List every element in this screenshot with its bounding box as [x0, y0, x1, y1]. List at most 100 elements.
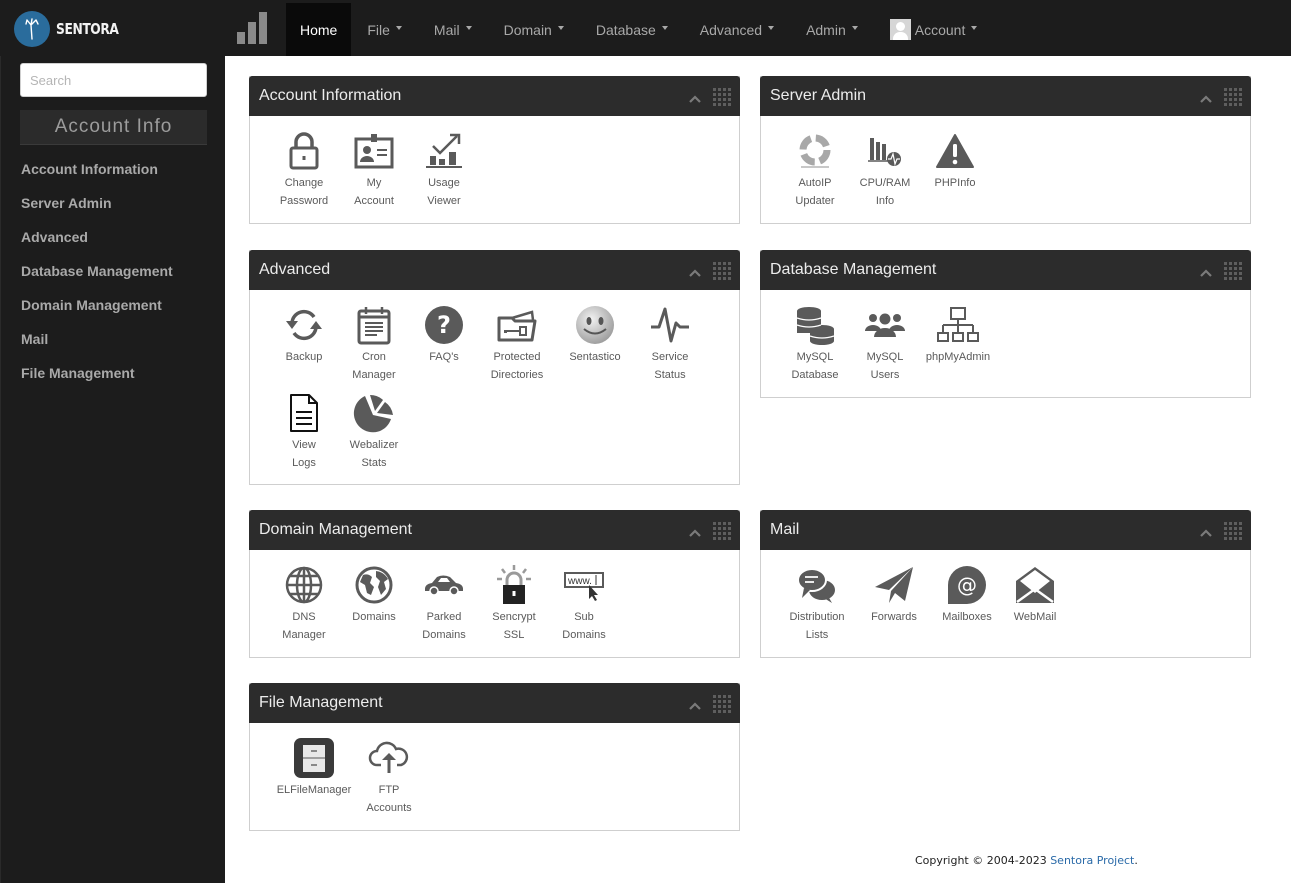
tile-dns-manager[interactable]: DNS Manager — [269, 564, 339, 652]
search-input[interactable] — [20, 63, 207, 97]
tile-label: Sentastico — [569, 351, 621, 363]
drag-grip-icon[interactable] — [1224, 261, 1242, 280]
tile-distribution-lists[interactable]: Distribution Lists — [780, 564, 854, 652]
nav-home[interactable]: Home — [286, 3, 352, 56]
panel-advanced: Advanced Backup Cron Manager ? FAQ's Pro… — [249, 250, 740, 485]
drag-grip-icon[interactable] — [713, 521, 731, 540]
sidebar-item-database-management[interactable]: Database Management — [21, 263, 173, 297]
drag-grip-icon[interactable] — [713, 87, 731, 106]
tile-webmail[interactable]: WebMail — [1000, 564, 1070, 652]
tile-parked-domains[interactable]: Parked Domains — [409, 564, 479, 652]
collapse-chevron-icon[interactable] — [1200, 267, 1212, 279]
collapse-chevron-icon[interactable] — [689, 527, 701, 539]
panel-database-management: Database Management MySQL Database MySQL… — [760, 250, 1251, 398]
nav-advanced[interactable]: Advanced — [684, 3, 790, 56]
tile-view-logs[interactable]: View Logs — [269, 392, 339, 480]
refresh-arrows-icon — [794, 130, 836, 172]
tile-sub-domains[interactable]: www. Sub Domains — [549, 564, 619, 652]
tile-label: FTP Accounts — [366, 784, 412, 814]
collapse-chevron-icon[interactable] — [689, 700, 701, 712]
nav-account[interactable]: Account — [874, 3, 994, 56]
tile-cpu-ram-info[interactable]: CPU/RAM Info — [850, 130, 920, 218]
sidebar-item-advanced[interactable]: Advanced — [21, 229, 173, 263]
tile-service-status[interactable]: Service Status — [635, 304, 705, 392]
tile-label: PHPInfo — [934, 177, 976, 189]
collapse-chevron-icon[interactable] — [689, 267, 701, 279]
tile-label: MySQL Database — [791, 351, 839, 381]
sidebar-item-account-information[interactable]: Account Information — [21, 161, 173, 195]
collapse-chevron-icon[interactable] — [1200, 527, 1212, 539]
collapse-chevron-icon[interactable] — [1200, 93, 1212, 105]
nav-admin[interactable]: Admin — [790, 3, 874, 56]
panel-title: File Management — [259, 694, 383, 711]
nav-file[interactable]: File — [351, 3, 418, 56]
sidebar-menu: Account Information Server Admin Advance… — [21, 161, 173, 399]
nav-database[interactable]: Database — [580, 3, 684, 56]
caret-down-icon — [465, 25, 472, 30]
sentora-project-link[interactable]: Sentora Project — [1050, 854, 1134, 867]
sidebar-section-title: Account Info — [20, 110, 207, 145]
tile-change-password[interactable]: Change Password — [269, 130, 339, 218]
tile-label: Cron Manager — [352, 351, 396, 381]
panel-body: Backup Cron Manager ? FAQ's Protected Di… — [250, 290, 710, 480]
www-cursor-icon: www. — [563, 564, 605, 606]
panel-title: Advanced — [259, 261, 331, 278]
tile-backup[interactable]: Backup — [269, 304, 339, 392]
tile-sencrypt-ssl[interactable]: Sencrypt SSL — [479, 564, 549, 652]
nav-account-label: Account — [914, 21, 966, 38]
nav-domain-label: Domain — [503, 21, 552, 38]
tile-my-account[interactable]: My Account — [339, 130, 409, 218]
tile-domains[interactable]: Domains — [339, 564, 409, 652]
nav-mail[interactable]: Mail — [418, 3, 488, 56]
caret-down-icon — [971, 25, 978, 30]
tile-label: Mailboxes — [942, 611, 992, 623]
usage-chart-icon — [423, 130, 465, 172]
tile-label: Service Status — [651, 351, 689, 381]
tile-label: My Account — [354, 177, 394, 207]
at-sign-icon: @ — [946, 564, 988, 606]
tile-mysql-database[interactable]: MySQL Database — [780, 304, 850, 392]
tile-cron-manager[interactable]: Cron Manager — [339, 304, 409, 392]
drag-grip-icon[interactable] — [713, 694, 731, 713]
tile-phpinfo[interactable]: PHPInfo — [920, 130, 990, 218]
tile-usage-viewer[interactable]: Usage Viewer — [409, 130, 479, 218]
tile-autoip-updater[interactable]: AutoIP Updater — [780, 130, 850, 218]
paper-plane-icon — [873, 564, 915, 606]
app: SENTORA Home File Mail Domain Database A… — [0, 0, 1291, 883]
tile-mailboxes[interactable]: @ Mailboxes — [934, 564, 1000, 652]
svg-text:www.: www. — [567, 576, 592, 587]
pulse-icon — [649, 304, 691, 346]
tile-label: Webalizer Stats — [349, 439, 399, 469]
drag-grip-icon[interactable] — [1224, 87, 1242, 106]
drag-grip-icon[interactable] — [713, 261, 731, 280]
panel-header: Mail — [760, 510, 1251, 550]
tile-forwards[interactable]: Forwards — [854, 564, 934, 652]
svg-text:@: @ — [957, 573, 977, 597]
tile-label: Backup — [285, 351, 323, 363]
drag-grip-icon[interactable] — [1224, 521, 1242, 540]
caret-down-icon — [768, 25, 775, 30]
tile-label: Distribution Lists — [789, 611, 845, 641]
tile-protected-directories[interactable]: Protected Directories — [479, 304, 555, 392]
sidebar-item-mail[interactable]: Mail — [21, 331, 173, 365]
sidebar-item-server-admin[interactable]: Server Admin — [21, 195, 173, 229]
tile-mysql-users[interactable]: MySQL Users — [850, 304, 920, 392]
tile-webalizer-stats[interactable]: Webalizer Stats — [339, 392, 409, 480]
tile-ftp-accounts[interactable]: FTP Accounts — [354, 737, 424, 825]
sidebar-item-domain-management[interactable]: Domain Management — [21, 297, 173, 331]
tile-phpmyadmin[interactable]: phpMyAdmin — [920, 304, 996, 392]
tile-sentastico[interactable]: Sentastico — [555, 304, 635, 392]
tile-faqs[interactable]: ? FAQ's — [409, 304, 479, 392]
sidebar-item-file-management[interactable]: File Management — [21, 365, 173, 399]
warning-icon — [934, 130, 976, 172]
panel-header: Server Admin — [760, 76, 1251, 116]
collapse-chevron-icon[interactable] — [689, 93, 701, 105]
tile-label: Domains — [352, 611, 396, 623]
brand[interactable]: SENTORA — [14, 11, 132, 47]
tile-elfilemanager[interactable]: ELFileManager — [274, 737, 354, 825]
panel-header: Domain Management — [249, 510, 740, 550]
nav-domain[interactable]: Domain — [488, 3, 580, 56]
brand-name: SENTORA — [56, 20, 119, 38]
lock-icon — [283, 130, 325, 172]
nav-admin-label: Admin — [806, 21, 846, 38]
